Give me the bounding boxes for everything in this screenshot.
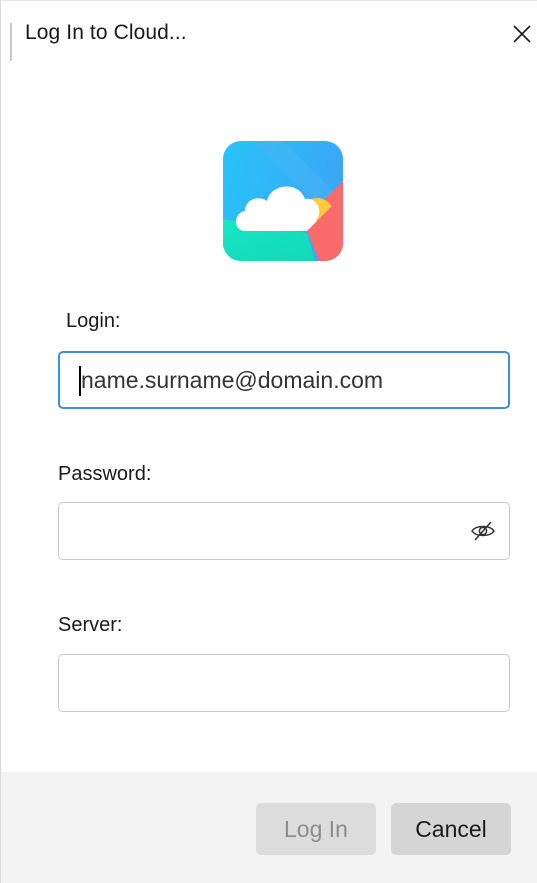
login-label: Login: (66, 310, 121, 332)
close-icon (513, 25, 531, 43)
password-input[interactable] (59, 503, 509, 559)
text-caret (79, 366, 81, 396)
cloud-app-logo-icon (223, 141, 343, 261)
server-field[interactable] (58, 654, 510, 712)
server-label: Server: (58, 614, 123, 636)
eye-off-icon (471, 521, 495, 541)
toggle-password-visibility-button[interactable] (469, 519, 497, 543)
dialog-title: Log In to Cloud... (25, 21, 187, 44)
login-input[interactable] (60, 353, 508, 407)
cancel-button[interactable]: Cancel (391, 803, 511, 855)
close-button[interactable] (507, 19, 537, 49)
log-in-button[interactable]: Log In (256, 803, 376, 855)
login-dialog: Log In to Cloud... Login: name.surname@d… (0, 0, 537, 883)
title-accent-bar (10, 23, 12, 61)
server-input[interactable] (59, 655, 509, 711)
password-label: Password: (58, 463, 152, 485)
login-field[interactable] (58, 351, 510, 409)
dialog-footer: Log In Cancel (1, 772, 537, 883)
app-logo (223, 141, 343, 261)
password-field[interactable] (58, 502, 510, 560)
